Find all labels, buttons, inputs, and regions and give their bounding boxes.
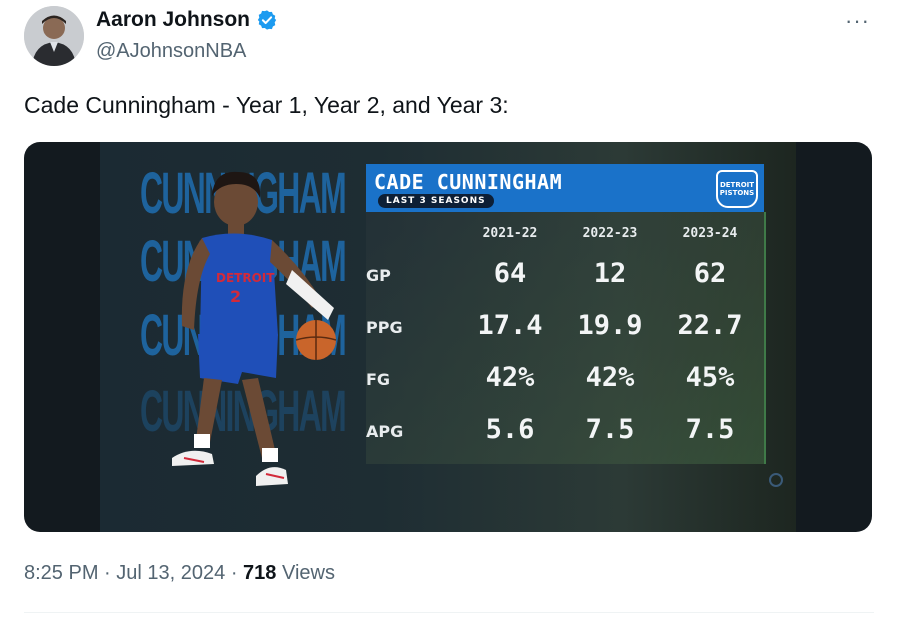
stat-value: 42%: [585, 362, 635, 393]
tweet-media[interactable]: CUNNINGHAM CUNNINGHAM CUNNINGHAM CUNNING…: [24, 142, 872, 532]
stat-label-apg: APG: [366, 422, 404, 441]
tweet-text: Cade Cunningham - Year 1, Year 2, and Ye…: [24, 92, 509, 118]
tweet-date[interactable]: Jul 13, 2024: [116, 562, 225, 584]
season-header: 2022-23: [582, 226, 638, 241]
stat-value: 19.9: [577, 310, 643, 341]
divider: [24, 612, 874, 613]
stat-value: 5.6: [485, 414, 535, 445]
pistons-logo-icon: DETROIT PISTONS: [716, 170, 758, 208]
stat-value: 7.5: [585, 414, 635, 445]
stat-value: 42%: [485, 362, 535, 393]
broadcast-logo-icon: [769, 473, 783, 487]
season-header: 2021-22: [482, 226, 538, 241]
jersey-number: 2: [230, 287, 241, 306]
stats-header: CADE CUNNINGHAM LAST 3 SEASONS DETROIT P…: [366, 164, 764, 212]
stat-label-fg: FG: [366, 370, 391, 389]
author-name[interactable]: Aaron Johnson: [96, 8, 250, 32]
team-logo-line2: PISTONS: [719, 189, 755, 197]
stat-value: 64: [493, 258, 527, 289]
stats-title: CADE CUNNINGHAM: [374, 170, 563, 194]
stats-subtitle: LAST 3 SEASONS: [378, 194, 494, 208]
more-horizontal-icon[interactable]: ···: [845, 8, 870, 34]
stat-value: 17.4: [477, 310, 543, 341]
stat-value: 12: [593, 258, 627, 289]
views-count: 718: [243, 562, 277, 584]
tweet-time[interactable]: 8:25 PM: [24, 562, 98, 584]
views-label: Views: [281, 562, 335, 584]
tweet-meta: 8:25 PM · Jul 13, 2024 · 718 Views: [24, 562, 335, 585]
season-header: 2023-24: [682, 226, 738, 241]
separator-dot: ·: [104, 562, 117, 584]
verified-badge-icon: [257, 10, 277, 30]
jersey-text: DETROIT: [216, 271, 275, 285]
separator-dot: ·: [230, 562, 244, 584]
stat-label-gp: GP: [366, 266, 391, 285]
stat-value: 7.5: [685, 414, 735, 445]
stat-label-ppg: PPG: [366, 318, 403, 337]
author-row: Aaron Johnson: [96, 8, 278, 32]
team-logo-line1: DETROIT: [719, 181, 755, 189]
stat-value: 45%: [685, 362, 735, 393]
stat-value: 22.7: [677, 310, 743, 341]
stat-value: 62: [693, 258, 727, 289]
player-image: DETROIT 2: [172, 171, 337, 486]
author-handle[interactable]: @AJohnsonNBA: [96, 40, 246, 63]
avatar[interactable]: [24, 6, 84, 66]
avatar-image: [24, 6, 84, 66]
